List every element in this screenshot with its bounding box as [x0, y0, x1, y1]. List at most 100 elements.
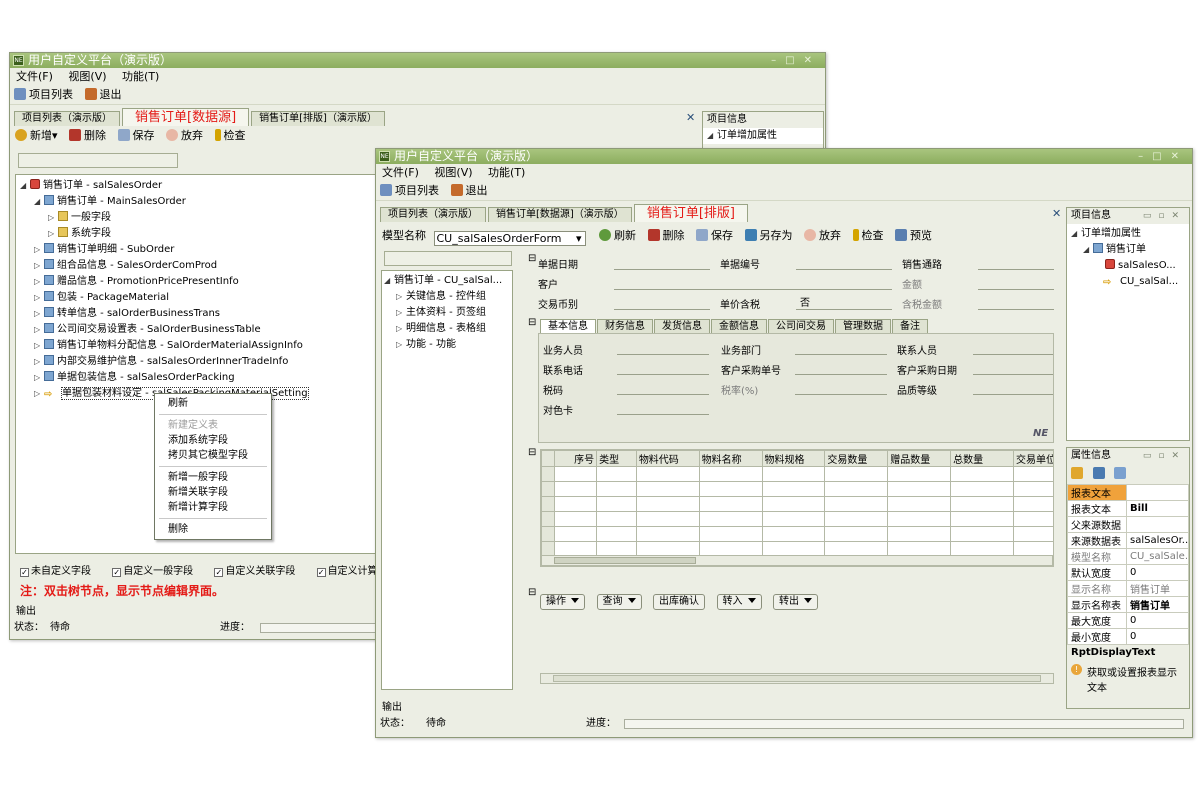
close-tab-icon[interactable]: ✕: [686, 111, 695, 124]
tree-node[interactable]: ▷ 主体资料 - 页签组: [382, 305, 512, 321]
property-row[interactable]: 来源数据表 salSalesOr...: [1067, 532, 1189, 549]
table-row[interactable]: [541, 466, 1053, 482]
field-input-line[interactable]: [795, 394, 887, 395]
save-button[interactable]: 保存: [696, 227, 733, 245]
tree-node[interactable]: ▷ 明细信息 - 表格组: [382, 321, 512, 337]
refresh-button[interactable]: 刷新: [599, 227, 636, 245]
menu-file[interactable]: 文件(F): [382, 166, 419, 179]
scrollbar-thumb[interactable]: [554, 557, 696, 564]
tab-layout[interactable]: 销售订单[排版]（演示版）: [251, 111, 385, 126]
menu-item-new-related-field[interactable]: 新增关联字段: [155, 485, 271, 500]
field-input-line[interactable]: [617, 394, 709, 395]
grid-column-header[interactable]: 总数量: [950, 450, 1014, 467]
tree-node[interactable]: ▷ 功能 - 功能: [382, 337, 512, 353]
field-input-line[interactable]: [614, 269, 710, 270]
table-row[interactable]: [541, 511, 1053, 527]
field-input-line[interactable]: [973, 394, 1053, 395]
field-input-line[interactable]: [795, 354, 887, 355]
property-row[interactable]: 报表文本: [1067, 484, 1189, 501]
subtab-intercompany[interactable]: 公司间交易: [768, 319, 834, 333]
tree-search-input[interactable]: [18, 153, 178, 168]
field-input-line[interactable]: [978, 309, 1054, 310]
exit-button[interactable]: 退出: [450, 181, 488, 201]
subtab-shipping[interactable]: 发货信息: [654, 319, 710, 333]
subtab-finance[interactable]: 财务信息: [597, 319, 653, 333]
tax-included-value[interactable]: 否: [800, 294, 810, 309]
menu-file[interactable]: 文件(F): [16, 70, 53, 83]
grid-column-header[interactable]: 物料规格: [761, 450, 826, 467]
tree-search-input[interactable]: [384, 251, 512, 266]
project-node[interactable]: ⇨ CU_salSal...: [1067, 274, 1189, 290]
outbound-confirm-button[interactable]: 出库确认: [653, 594, 705, 610]
field-input-line[interactable]: [978, 269, 1054, 270]
grid-column-header[interactable]: 物料代码: [635, 450, 700, 467]
project-list-button[interactable]: 项目列表: [14, 85, 73, 105]
scrollbar-thumb[interactable]: [553, 675, 1041, 682]
grid-column-header[interactable]: 类型: [596, 450, 637, 467]
transfer-in-dropdown[interactable]: 转入: [716, 594, 762, 610]
discard-button[interactable]: 放弃: [804, 227, 841, 245]
menu-function[interactable]: 功能(T): [122, 70, 159, 83]
save-button[interactable]: 保存: [117, 126, 155, 146]
query-dropdown[interactable]: 查询: [596, 594, 642, 610]
add-button[interactable]: 新增▾: [15, 126, 58, 146]
field-input-line[interactable]: [617, 354, 709, 355]
property-row[interactable]: 最大宽度 0: [1067, 612, 1189, 629]
menu-item-new-general-field[interactable]: 新增一般字段: [155, 470, 271, 485]
menu-item-copy-fields[interactable]: 拷贝其它模型字段: [155, 448, 271, 463]
filter-custom-general[interactable]: ✓ 自定义一般字段: [112, 566, 193, 577]
field-input-line[interactable]: [614, 309, 710, 310]
preview-button[interactable]: 预览: [895, 227, 932, 245]
grid-column-header[interactable]: 交易数量: [824, 450, 889, 467]
tree-node[interactable]: ▷ 关键信息 - 控件组: [382, 289, 512, 305]
table-row[interactable]: [541, 481, 1053, 497]
property-row[interactable]: 最小宽度 0: [1067, 628, 1189, 645]
sort-icon[interactable]: [1071, 467, 1083, 479]
table-row[interactable]: [541, 526, 1053, 542]
exit-button[interactable]: 退出: [84, 85, 122, 105]
field-input-line[interactable]: [617, 414, 709, 415]
transfer-out-dropdown[interactable]: 转出: [773, 594, 818, 610]
delete-button[interactable]: 删除: [69, 126, 106, 146]
field-input-line[interactable]: [973, 374, 1053, 375]
tab-project-list[interactable]: 项目列表（演示版）: [14, 111, 120, 126]
field-input-line[interactable]: [973, 354, 1053, 355]
property-row[interactable]: 显示名称 销售订单: [1067, 580, 1189, 597]
field-input-line[interactable]: [796, 269, 892, 270]
project-node[interactable]: ◢ 销售订单: [1067, 242, 1189, 258]
field-input-line[interactable]: [796, 309, 892, 310]
project-node[interactable]: ◢ 订单增加属性: [1067, 226, 1189, 242]
grid-column-header[interactable]: 序号: [554, 450, 598, 467]
check-button[interactable]: 检查: [852, 227, 884, 245]
field-input-line[interactable]: [795, 374, 887, 375]
tab-datasource[interactable]: 销售订单[数据源]: [122, 108, 250, 126]
category-icon[interactable]: [1092, 467, 1105, 479]
grid-horizontal-scrollbar[interactable]: [541, 555, 1053, 566]
field-input-line[interactable]: [978, 289, 1054, 290]
tab-layout[interactable]: 销售订单[排版]: [633, 204, 748, 222]
subtab-management[interactable]: 管理数据: [835, 319, 891, 333]
form-horizontal-scrollbar[interactable]: [540, 673, 1054, 684]
menu-item-refresh[interactable]: 刷新: [155, 396, 271, 411]
menu-item-add-system-field[interactable]: 添加系统字段: [155, 433, 271, 448]
tab-datasource[interactable]: 销售订单[数据源]（演示版）: [488, 207, 632, 222]
field-input-line[interactable]: [614, 289, 892, 290]
menu-function[interactable]: 功能(T): [488, 166, 525, 179]
grid-column-header[interactable]: 物料名称: [698, 450, 763, 467]
properties-icon[interactable]: [1114, 467, 1126, 479]
project-node[interactable]: ◢ 订单增加属性: [703, 128, 823, 144]
collapse-grid-icon[interactable]: ⊟: [528, 447, 536, 458]
discard-button[interactable]: 放弃: [166, 126, 203, 146]
close-tab-icon[interactable]: ✕: [1052, 207, 1061, 220]
operate-dropdown[interactable]: 操作: [540, 594, 585, 610]
tab-project-list[interactable]: 项目列表（演示版）: [380, 207, 486, 222]
grid-column-header[interactable]: 赠品数量: [887, 450, 952, 467]
property-row[interactable]: 模型名称 CU_salSale...: [1067, 548, 1189, 565]
table-row[interactable]: [541, 496, 1053, 512]
check-button[interactable]: 检查: [214, 126, 246, 146]
filter-custom-related[interactable]: ✓ 自定义关联字段: [214, 566, 295, 577]
subtab-basic[interactable]: 基本信息: [540, 319, 596, 333]
property-row[interactable]: 报表文本 Bill: [1067, 500, 1189, 517]
window-controls[interactable]: –□✕: [771, 53, 821, 68]
menu-view[interactable]: 视图(V): [68, 70, 106, 83]
